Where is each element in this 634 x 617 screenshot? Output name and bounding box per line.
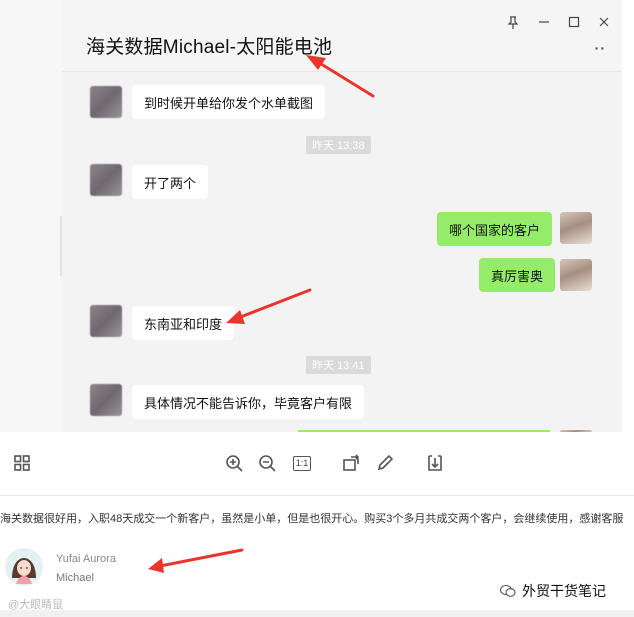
self-avatar[interactable]: [560, 259, 592, 291]
chat-title: 海关数据Michael-太阳能电池: [86, 37, 333, 58]
message-timestamp: 昨天 13:41: [306, 356, 371, 374]
incoming-message-bubble: 具体情况不能告诉你，毕竟客户有限: [132, 385, 365, 419]
pin-icon[interactable]: [507, 16, 519, 32]
rotate-icon[interactable]: [340, 452, 362, 474]
contact-avatar[interactable]: [90, 86, 122, 118]
reviewer-avatar[interactable]: [5, 548, 43, 586]
reviewer-subtitle: Michael: [56, 572, 94, 584]
incoming-message-bubble: 到时候开单给你发个水单截图: [132, 85, 326, 119]
contact-avatar[interactable]: [90, 305, 122, 337]
grid-icon[interactable]: [11, 452, 33, 474]
outgoing-message-bubble: 哪个国家的客户: [437, 212, 553, 246]
more-options-icon[interactable]: ··: [595, 40, 606, 56]
left-frame: [0, 0, 62, 432]
incoming-message-bubble: 开了两个: [132, 165, 209, 199]
wechat-watermark-text: 外贸干货笔记: [522, 583, 606, 599]
review-text: 海关数据很好用，入职48天成交一个新客户，虽然是小单，但是也很开心。购买3个多月…: [0, 513, 624, 525]
contact-avatar[interactable]: [90, 384, 122, 416]
zoom-out-icon[interactable]: [256, 452, 278, 474]
self-avatar[interactable]: [560, 212, 592, 244]
maximize-button[interactable]: [568, 16, 580, 31]
bottom-bar: [0, 610, 634, 617]
chat-window: 海关数据Michael-太阳能电池 ·· 到时候开单给你发个水单截图 昨天 13…: [62, 0, 622, 432]
outgoing-message-bubble: 真厉害奥: [479, 258, 556, 292]
arrow-to-reviewer: [148, 548, 244, 573]
wechat-watermark: 外贸干货笔记: [500, 581, 606, 601]
actual-size-label: 1:1: [292, 455, 312, 471]
edit-icon[interactable]: [374, 452, 396, 474]
minimize-button[interactable]: [538, 14, 550, 29]
download-icon[interactable]: [424, 452, 446, 474]
image-viewer-toolbar: 1:1: [0, 432, 634, 496]
zoom-in-icon[interactable]: [223, 452, 245, 474]
close-button[interactable]: [598, 16, 610, 31]
contact-avatar[interactable]: [90, 164, 122, 196]
message-timestamp: 昨天 13:38: [306, 136, 371, 154]
incoming-message-bubble: 东南亚和印度: [132, 306, 235, 340]
reviewer-name: Yufai Aurora: [56, 553, 116, 565]
wechat-icon: [500, 584, 516, 597]
chat-header: 海关数据Michael-太阳能电池 ··: [62, 0, 622, 72]
actual-size-icon[interactable]: 1:1: [290, 452, 314, 474]
